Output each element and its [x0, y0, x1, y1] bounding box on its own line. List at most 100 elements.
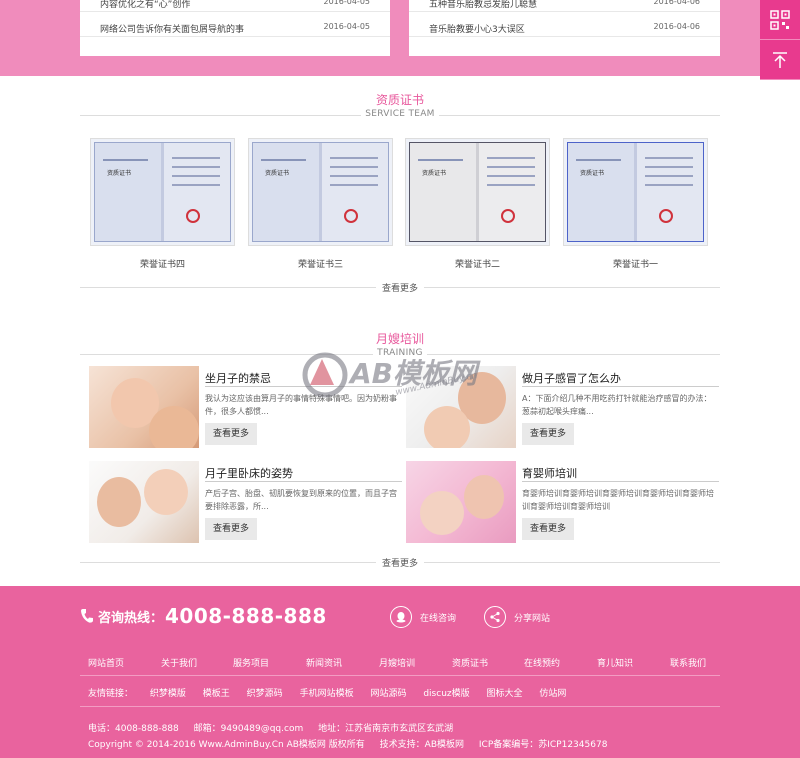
friend-link[interactable]: 仿站网 [539, 689, 566, 699]
share-label: 分享网站 [514, 613, 551, 624]
qr-code-button[interactable] [760, 0, 800, 40]
news-date: 2016-04-06 [653, 0, 701, 6]
section-heading-certificates: 资质证书 SERVICE TEAM [80, 91, 720, 121]
back-to-top-button[interactable] [760, 40, 800, 80]
hotline-number: 4008-888-888 [165, 604, 327, 628]
online-chat-label: 在线咨询 [420, 613, 457, 624]
contact-phone: 电话：4008-888-888 [88, 724, 179, 734]
online-chat-button[interactable]: 在线咨询 [390, 606, 456, 628]
footer-nav: 网站首页 关于我们 服务项目 新闻资讯 月嫂培训 资质证书 在线预约 育儿知识 … [80, 656, 720, 672]
certificate-doc-title: 资质证书 [265, 170, 290, 177]
seal-icon [501, 209, 515, 223]
training-card: 做月子感冒了怎么办 A：下面介绍几种不用吃药打针就能治疗感冒的办法： 葱蒜初起喉… [406, 366, 719, 448]
share-icon [490, 611, 500, 623]
news-list-left: 内容优化之有“心”创作 2016-04-05 网络公司告诉你有关面包屑导航的事 … [80, 0, 390, 56]
footer-nav-parenting[interactable]: 育儿知识 [597, 656, 633, 669]
certificate-label[interactable]: 荣誉证书三 [248, 257, 393, 270]
qr-code-icon [770, 9, 790, 30]
friend-link[interactable]: 手机网站模板 [300, 689, 354, 699]
news-title[interactable]: 音乐胎教要小心3大误区 [429, 22, 525, 35]
news-date: 2016-04-05 [323, 22, 371, 31]
phone-icon [81, 609, 93, 623]
section-heading-training: 月嫂培训 TRAINING [80, 330, 720, 360]
news-list-right: 五种音乐胎教忌发胎儿聪慧 2016-04-06 音乐胎教要小心3大误区 2016… [409, 0, 720, 56]
list-item[interactable]: 网络公司告诉你有关面包屑导航的事 2016-04-05 [80, 19, 390, 37]
friend-link[interactable]: 织梦源码 [247, 689, 283, 699]
certificate-image[interactable]: 资质证书 [90, 138, 235, 246]
friend-link[interactable]: 织梦模版 [150, 689, 186, 699]
news-date: 2016-04-05 [323, 0, 371, 6]
certificate-doc-title: 资质证书 [422, 170, 447, 177]
list-item[interactable]: 音乐胎教要小心3大误区 2016-04-06 [409, 19, 720, 37]
mother-baby-photo[interactable] [406, 366, 516, 448]
footer-nav-news[interactable]: 新闻资讯 [306, 656, 342, 669]
more-button[interactable]: 查看更多 [205, 423, 257, 445]
friend-link[interactable]: discuz模版 [423, 689, 469, 699]
card-description: 产后子宫、胎盘、韧肌要恢复到原来的位置，而且子宫要排除恶露，所... [205, 489, 397, 511]
hotline-label: 咨询热线： [98, 610, 164, 626]
tech-support: 技术支持：AB模板网 [379, 740, 464, 750]
friend-link[interactable]: 网站源码 [370, 689, 406, 699]
training-card: 育婴师培训 育婴师培训育婴师培训育婴师培训育婴师培训育婴师培训育婴师培训育婴师培… [406, 461, 719, 543]
section-subtitle: SERVICE TEAM [361, 109, 439, 119]
certificate-image[interactable]: 资质证书 [248, 138, 393, 246]
news-band: 内容优化之有“心”创作 2016-04-05 网络公司告诉你有关面包屑导航的事 … [0, 0, 800, 76]
footer-nav-booking[interactable]: 在线预约 [524, 656, 560, 669]
share-button[interactable]: 分享网站 [484, 606, 550, 628]
friend-link[interactable]: 图标大全 [487, 689, 523, 699]
card-description: A：下面介绍几种不用吃药打针就能治疗感冒的办法： 葱蒜初起喉头痒痛... [522, 394, 716, 416]
news-date: 2016-04-06 [653, 22, 701, 31]
qq-icon [396, 612, 406, 623]
footer-nav-training[interactable]: 月嫂培训 [379, 656, 415, 669]
card-title[interactable]: 做月子感冒了怎么办 [522, 370, 621, 386]
footer: 咨询热线： 4008-888-888 在线咨询 分享网站 网站首页 关于我们 服… [0, 586, 800, 758]
card-description: 育婴师培训育婴师培训育婴师培训育婴师培训育婴师培训育婴师培训育婴师培训 [522, 489, 714, 511]
back-to-top-icon [773, 51, 787, 68]
certificates-more: 查看更多 [80, 281, 720, 294]
footer-divider [80, 675, 720, 676]
footer-nav-about[interactable]: 关于我们 [161, 656, 197, 669]
mother-baby-photo[interactable] [89, 461, 199, 543]
copyright-text: Copyright © 2014-2016 Www.AdminBuy.Cn AB… [88, 740, 365, 750]
footer-nav-services[interactable]: 服务项目 [233, 656, 269, 669]
icp-number: ICP备案编号：苏ICP12345678 [478, 740, 608, 750]
mother-baby-photo[interactable] [89, 366, 199, 448]
certificate-doc-title: 资质证书 [580, 170, 605, 177]
more-button[interactable]: 查看更多 [205, 518, 257, 540]
friend-link[interactable]: 模板王 [203, 689, 230, 699]
seal-icon [659, 209, 673, 223]
float-toolbar [760, 0, 800, 80]
friend-links-label: 友情链接： [88, 689, 134, 699]
more-button[interactable]: 查看更多 [522, 518, 574, 540]
contact-address: 地址：江苏省南京市玄武区玄武湖 [318, 724, 454, 734]
more-link[interactable]: 查看更多 [375, 284, 424, 294]
card-title[interactable]: 月子里卧床的姿势 [205, 465, 293, 481]
certificate-label[interactable]: 荣誉证书二 [405, 257, 550, 270]
certificate-doc-title: 资质证书 [107, 170, 132, 177]
footer-nav-home[interactable]: 网站首页 [88, 656, 124, 669]
certificate-label[interactable]: 荣誉证书一 [563, 257, 708, 270]
copyright-info: Copyright © 2014-2016 Www.AdminBuy.Cn AB… [88, 737, 619, 750]
more-link[interactable]: 查看更多 [375, 559, 424, 569]
hotline: 咨询热线： 4008-888-888 [80, 604, 327, 628]
certificate-image[interactable]: 资质证书 [563, 138, 708, 246]
friend-links: 友情链接： 织梦模版 模板王 织梦源码 手机网站模板 网站源码 discuz模版… [88, 686, 580, 699]
news-title[interactable]: 五种音乐胎教忌发胎儿聪慧 [429, 0, 537, 10]
more-button[interactable]: 查看更多 [522, 423, 574, 445]
footer-nav-certificates[interactable]: 资质证书 [452, 656, 488, 669]
list-item[interactable]: 五种音乐胎教忌发胎儿聪慧 2016-04-06 [409, 0, 720, 12]
training-card: 坐月子的禁忌 我认为这应该由算月子的事情特殊事情吧。因为奶粉事件，很多人都惯..… [89, 366, 402, 448]
section-title: 资质证书 [375, 93, 424, 107]
list-item[interactable]: 内容优化之有“心”创作 2016-04-05 [80, 0, 390, 12]
card-title[interactable]: 育婴师培训 [522, 465, 577, 481]
card-title[interactable]: 坐月子的禁忌 [205, 370, 271, 386]
certificate-label[interactable]: 荣誉证书四 [90, 257, 235, 270]
news-title[interactable]: 网络公司告诉你有关面包屑导航的事 [100, 22, 244, 35]
mother-baby-photo[interactable] [406, 461, 516, 543]
section-subtitle: TRAINING [373, 348, 427, 358]
footer-divider [80, 706, 720, 707]
certificate-image[interactable]: 资质证书 [405, 138, 550, 246]
training-more: 查看更多 [80, 556, 720, 569]
footer-nav-contact[interactable]: 联系我们 [670, 656, 706, 669]
news-title[interactable]: 内容优化之有“心”创作 [100, 0, 190, 10]
